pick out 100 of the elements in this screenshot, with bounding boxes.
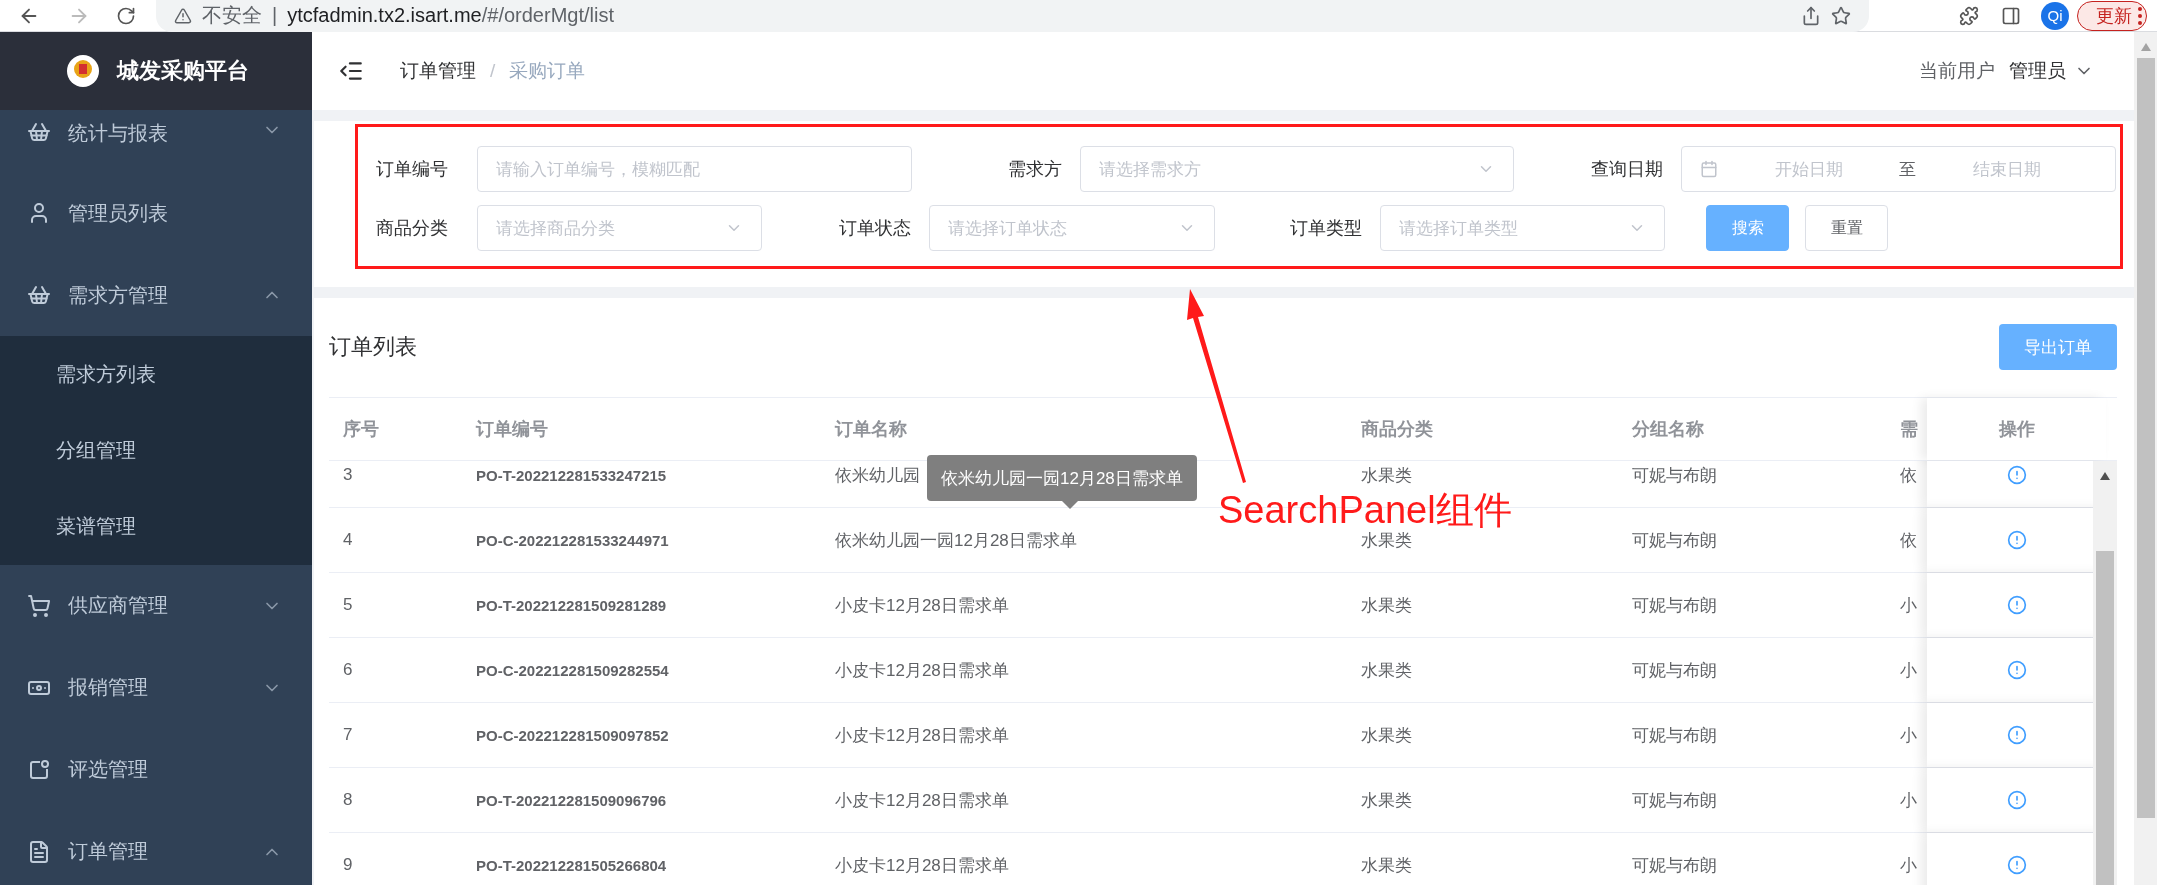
update-button[interactable]: 更新: [2077, 0, 2147, 31]
table-cell: PO-C-202212281509097852: [476, 726, 669, 744]
table-cell: 8: [343, 790, 353, 810]
table-cell-text: 水果类: [1361, 659, 1412, 682]
menu-item[interactable]: 供应商管理: [0, 564, 312, 647]
field-label: 订单编号: [376, 158, 449, 181]
table-cell: PO-T-202212281509096796: [476, 791, 667, 809]
submenu-item[interactable]: 菜谱管理: [0, 488, 312, 565]
table-cell-text: 可妮与布朗: [1632, 464, 1717, 487]
field-label: 订单类型: [1289, 217, 1363, 240]
info-icon[interactable]: [2006, 465, 2027, 485]
table-cell-text: 依米幼儿园一园12月28日需求单: [835, 529, 1077, 552]
table-cell-text: 小皮卡12月28日需求单: [835, 724, 1009, 747]
table-cell: 7: [343, 725, 353, 745]
menu-item[interactable]: 评选管理: [0, 728, 312, 811]
address-bar[interactable]: 不安全 | ytcfadmin.tx2.isart.me/#/orderMgt/list: [156, 0, 1869, 32]
info-icon[interactable]: [2006, 530, 2027, 550]
info-icon[interactable]: [2006, 595, 2027, 615]
basket-icon: [27, 120, 51, 144]
table-cell: 5: [343, 595, 353, 615]
table-cell-text: 依米幼儿园: [835, 464, 920, 487]
column-header: 商品分类: [1361, 418, 1433, 441]
document-icon: [27, 839, 51, 864]
table-cell: PO-T-202212281509281289: [476, 596, 667, 614]
table-cell-text: 小: [1900, 789, 1917, 812]
separator: |: [272, 4, 278, 27]
field-label: 商品分类: [376, 217, 449, 240]
table-cell-text: 水果类: [1361, 464, 1412, 487]
table-cell-text: 可妮与布朗: [1632, 529, 1717, 552]
table-title: 订单列表: [329, 333, 417, 361]
table-cell-text: 小皮卡12月28日需求单: [835, 789, 1009, 812]
scroll-up-arrow-icon[interactable]: [2099, 471, 2111, 481]
tooltip-arrow: [1062, 501, 1078, 509]
table-cell-text: 小: [1900, 854, 1917, 877]
table-cell-text: 小: [1900, 724, 1917, 747]
date-range-field[interactable]: 开始日期 至 结束日期: [1681, 146, 2116, 192]
table-cell-text: 小皮卡12月28日需求单: [835, 594, 1009, 617]
cart-icon: [27, 593, 51, 618]
table-cell: PO-T-202212281505266804: [476, 856, 667, 874]
info-icon[interactable]: [2006, 660, 2027, 680]
table-cell-text: 可妮与布朗: [1632, 659, 1717, 682]
app-title: 城发采购平台: [117, 57, 249, 85]
breadcrumb-item[interactable]: 订单管理: [400, 58, 476, 84]
info-icon[interactable]: [2006, 790, 2027, 810]
menu-item[interactable]: 需求方管理: [0, 254, 312, 336]
info-icon[interactable]: [2006, 855, 2027, 875]
table-cell-text: 水果类: [1361, 529, 1412, 552]
table-cell-text: 小: [1900, 659, 1917, 682]
submenu-item[interactable]: 分组管理: [0, 412, 312, 489]
column-header: 操作: [1998, 418, 2035, 441]
table-cell-text: 小: [1900, 594, 1917, 617]
menu-item[interactable]: 管理员列表: [0, 172, 312, 254]
column-header: 分组名称: [1632, 418, 1704, 441]
table-cell-text: 依: [1900, 464, 1917, 487]
field-label: 查询日期: [1590, 158, 1664, 181]
table-cell-text: 可妮与布朗: [1632, 724, 1717, 747]
reload-icon[interactable]: [116, 5, 136, 26]
table-cell: 9: [343, 855, 353, 875]
column-header: 订单名称: [835, 418, 907, 441]
warning-icon: [174, 6, 192, 25]
table-cell: 3: [343, 465, 353, 485]
breadcrumb-separator: /: [490, 60, 496, 82]
table-cell-text: 水果类: [1361, 724, 1412, 747]
more-icon: [2138, 6, 2142, 25]
table-cell-text: 依: [1900, 529, 1917, 552]
table-cell: PO-T-202212281533247215: [476, 466, 667, 484]
scrollbar[interactable]: [2093, 461, 2117, 885]
column-header: 需: [1900, 418, 1918, 441]
submenu-item[interactable]: 需求方列表: [0, 336, 312, 413]
table-cell: 4: [343, 530, 353, 550]
column-header: 订单编号: [476, 418, 548, 441]
table-cell-text: 可妮与布朗: [1632, 594, 1717, 617]
table-cell-text: 可妮与布朗: [1632, 789, 1717, 812]
menu-item[interactable]: 报销管理: [0, 646, 312, 729]
table-cell-text: 水果类: [1361, 789, 1412, 812]
side-panel-icon[interactable]: [2001, 5, 2021, 26]
star-icon[interactable]: [1831, 5, 1851, 26]
table-cell-text: 水果类: [1361, 594, 1412, 617]
calendar-icon: [1700, 160, 1718, 178]
logo-icon: [66, 54, 100, 88]
table-cell-text: 可妮与布朗: [1632, 854, 1717, 877]
table-cell: PO-C-202212281509282554: [476, 661, 669, 679]
menu-item[interactable]: 订单管理: [0, 810, 312, 885]
table-cell-text: 小皮卡12月28日需求单: [835, 659, 1009, 682]
annotation-label: SearchPanel组件: [1218, 489, 1512, 532]
page-scrollbar[interactable]: [2134, 32, 2157, 885]
info-icon[interactable]: [2006, 725, 2027, 745]
menu-item[interactable]: 统计与报表: [0, 110, 312, 172]
user-menu[interactable]: 管理员: [2009, 58, 2094, 84]
table-cell-text: 小皮卡12月28日需求单: [835, 854, 1009, 877]
breadcrumb-item: 采购订单: [509, 59, 586, 83]
basket-icon: [27, 283, 51, 307]
extensions-icon[interactable]: [1959, 5, 1979, 26]
url-text: ytcfadmin.tx2.isart.me/#/orderMgt/list: [287, 4, 614, 27]
profile-avatar[interactable]: Qi: [2041, 1, 2069, 30]
share-icon[interactable]: [1801, 5, 1821, 26]
column-header: 序号: [343, 418, 379, 441]
table-cell: PO-C-202212281533244971: [476, 531, 669, 549]
security-label: 不安全: [202, 3, 262, 28]
reset-button[interactable]: 重置: [1805, 205, 1888, 251]
